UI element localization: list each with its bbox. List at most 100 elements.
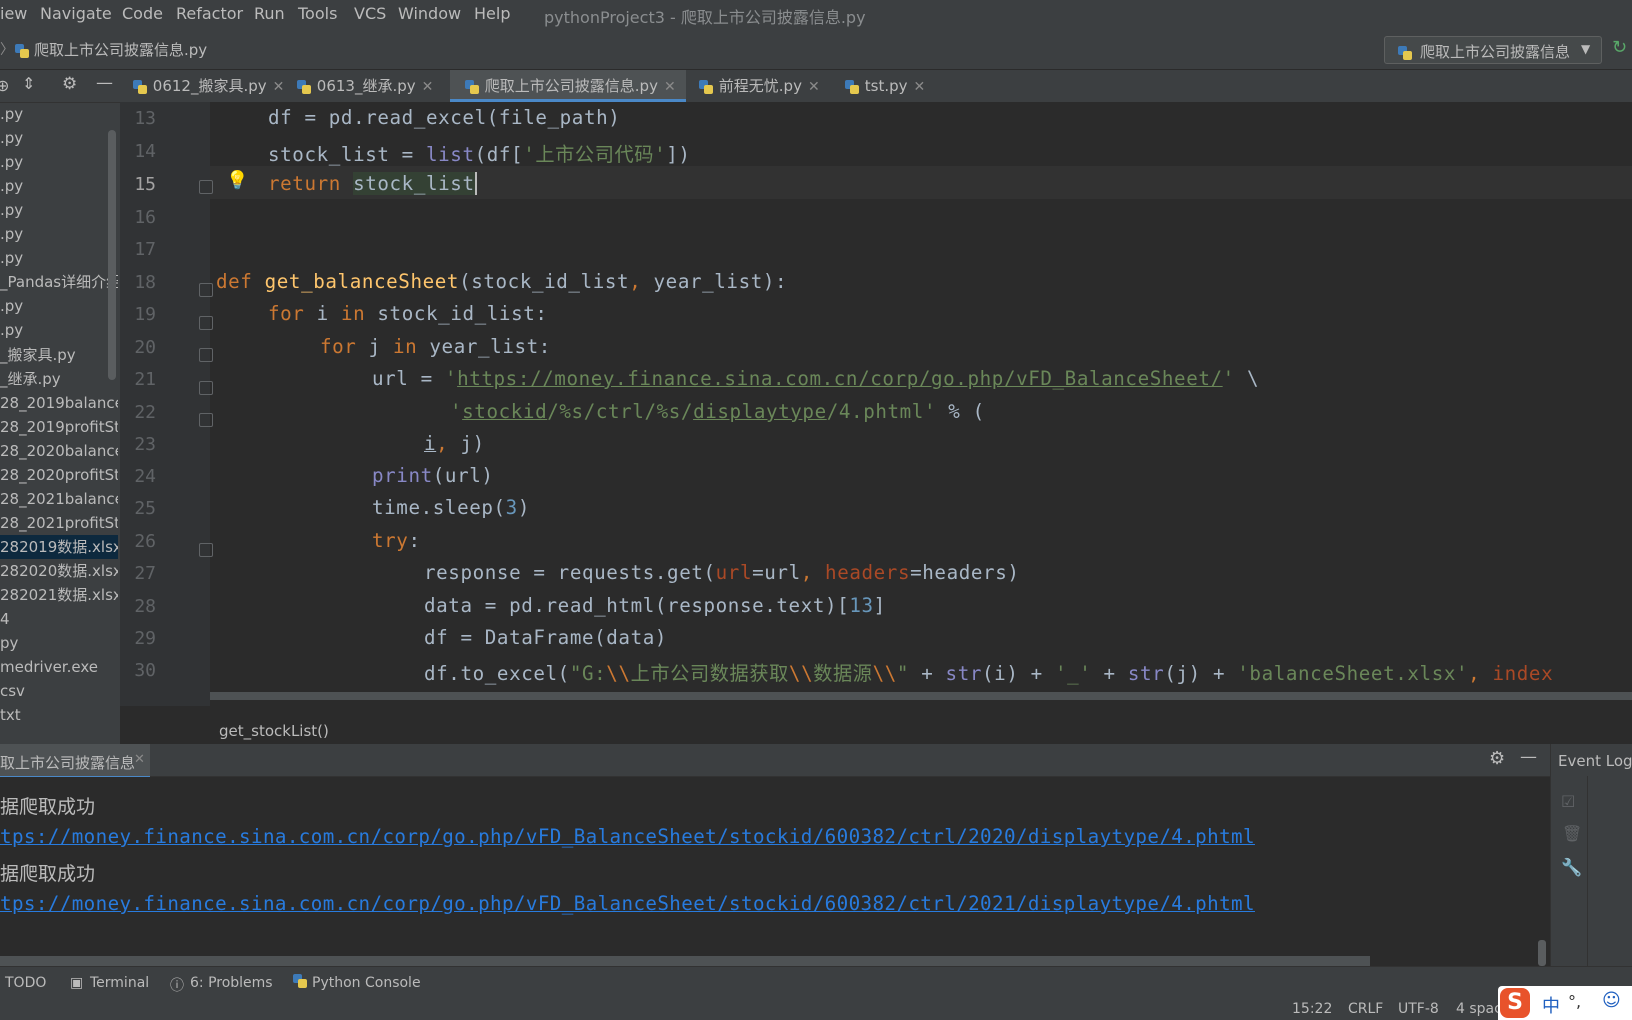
project-tree-item[interactable]: csv [0, 679, 118, 703]
project-tree-item[interactable]: 28_2021balanceS [0, 487, 118, 511]
minimize-icon[interactable]: — [1520, 747, 1537, 767]
close-icon[interactable]: ✕ [808, 79, 820, 95]
fold-marker[interactable] [199, 316, 213, 330]
project-tree-item[interactable]: 28_2021profitSta [0, 511, 118, 535]
run-tab[interactable]: 取上市公司披露信息 ✕ [0, 744, 150, 778]
close-icon[interactable]: ✕ [664, 79, 676, 95]
menu-refactor[interactable]: Refactor [176, 4, 243, 23]
rerun-icon[interactable]: ↻ [1612, 37, 1627, 58]
project-tree-item[interactable]: py [0, 631, 118, 655]
gear-icon[interactable]: ⚙ [62, 74, 77, 94]
collapse-all-icon[interactable]: ⇕ [22, 74, 35, 93]
wrench-icon[interactable]: 🔧 [1561, 858, 1582, 878]
ime-language[interactable]: 中 [1542, 992, 1560, 1018]
menu-run[interactable]: Run [254, 4, 285, 23]
nav-file-name[interactable]: 爬取上市公司披露信息.py [34, 39, 207, 60]
breadcrumb: get_stockList() [120, 708, 1632, 740]
close-icon[interactable]: ✕ [273, 79, 285, 95]
tab-label: 0612_搬家具.py [152, 77, 267, 95]
indent-setting[interactable]: 4 spac [1456, 1001, 1502, 1017]
locate-icon[interactable]: ⊕ [0, 76, 9, 95]
tool-window-bar: TODO ▣ Terminal ⓘ 6: Problems Python Con… [0, 966, 1632, 999]
project-tree-item[interactable]: .py [0, 174, 118, 198]
project-tree-item[interactable]: 282020数据.xlsx [0, 559, 118, 583]
code-line-27: response = requests.get(url=url, headers… [424, 561, 1020, 584]
run-output[interactable] [0, 777, 1550, 963]
problems-button[interactable]: 6: Problems [190, 975, 273, 991]
file-encoding[interactable]: UTF-8 [1398, 1001, 1439, 1017]
code-line-21: url = 'https://money.finance.sina.com.cn… [372, 367, 1260, 390]
menu-window[interactable]: Window [398, 4, 461, 23]
run-config-select[interactable]: 爬取上市公司披露信息 ▼ [1384, 36, 1602, 64]
project-tree-item[interactable]: .py [0, 246, 118, 270]
gear-icon[interactable]: ⚙ [1489, 748, 1505, 769]
fold-marker[interactable] [199, 413, 213, 427]
close-icon[interactable]: ✕ [422, 79, 434, 95]
tab-0613[interactable]: 0613_继承.py ✕ [296, 70, 433, 102]
output-link[interactable]: tps://money.finance.sina.com.cn/corp/go.… [0, 825, 1255, 848]
project-tree-item[interactable]: .py [0, 222, 118, 246]
project-tree-item[interactable]: .py [0, 126, 118, 150]
mark-read-icon[interactable]: ☑ [1561, 792, 1575, 811]
menu-help[interactable]: Help [474, 4, 510, 23]
fold-marker[interactable] [199, 543, 213, 557]
menu-vcs[interactable]: VCS [354, 4, 386, 23]
sogou-logo-icon[interactable]: S [1500, 988, 1530, 1018]
fold-marker[interactable] [199, 348, 213, 362]
project-tree-item[interactable]: 282021数据.xlsx [0, 583, 118, 607]
line-number: 18 [134, 272, 156, 293]
project-tree-item[interactable]: 28_2020balanceS [0, 439, 118, 463]
terminal-button[interactable]: Terminal [90, 975, 149, 991]
project-tree-item[interactable]: _继承.py [0, 367, 118, 391]
code-line-22: 'stockid/%s/ctrl/%s/displaytype/4.phtml'… [450, 400, 985, 423]
emoji-icon[interactable]: ☺ [1602, 990, 1621, 1011]
tab-active-file[interactable]: 爬取上市公司披露信息.py ✕ [450, 70, 686, 102]
todo-button[interactable]: TODO [5, 975, 46, 991]
project-tree-item[interactable]: 282019数据.xlsx [0, 535, 118, 559]
trash-icon[interactable]: 🗑 [1562, 824, 1582, 843]
close-icon[interactable]: ✕ [914, 79, 926, 95]
tab-tst[interactable]: tst.py ✕ [844, 70, 925, 102]
output-horizontal-scrollbar[interactable] [0, 956, 1370, 966]
minimize-icon[interactable]: — [96, 73, 113, 93]
fold-marker[interactable] [199, 180, 213, 194]
project-tree-item[interactable]: .py [0, 102, 118, 126]
editor-horizontal-scrollbar[interactable] [210, 692, 1632, 700]
line-separator[interactable]: CRLF [1348, 1001, 1383, 1017]
project-tree-item[interactable]: .py [0, 150, 118, 174]
menu-navigate[interactable]: Navigate [40, 4, 112, 23]
fold-marker[interactable] [199, 381, 213, 395]
tab-0612[interactable]: 0612_搬家具.py ✕ [132, 70, 284, 102]
project-tree-item[interactable]: 28_2020profitSta [0, 463, 118, 487]
tab-label: 0613_继承.py [316, 77, 416, 95]
event-log-title[interactable]: Event Log [1558, 752, 1632, 770]
caret-position[interactable]: 15:22 [1292, 1001, 1332, 1017]
breadcrumb-item[interactable]: get_stockList() [219, 722, 329, 740]
ime-punctuation[interactable]: °, [1568, 992, 1581, 1011]
project-tree-item[interactable]: _Pandas详细介绍. [0, 270, 118, 294]
menu-code[interactable]: Code [122, 4, 163, 23]
project-tree-item[interactable]: 4 [0, 607, 118, 631]
project-tree-item[interactable]: txt [0, 703, 118, 727]
tab-qianchengwuyou[interactable]: 前程无忧.py ✕ [698, 70, 820, 102]
menu-tools[interactable]: Tools [298, 4, 337, 23]
python-console-button[interactable]: Python Console [312, 975, 421, 991]
lightbulb-icon[interactable]: 💡 [226, 170, 248, 191]
output-link[interactable]: tps://money.finance.sina.com.cn/corp/go.… [0, 892, 1255, 915]
project-scrollbar[interactable] [108, 130, 116, 380]
project-tree-item[interactable]: 28_2019profitSta [0, 415, 118, 439]
python-console-icon [292, 973, 308, 989]
project-tree-item[interactable]: .py [0, 198, 118, 222]
fold-marker[interactable] [199, 283, 213, 297]
project-tree-item[interactable]: .py [0, 294, 118, 318]
line-number: 15 [134, 174, 156, 195]
close-icon[interactable]: ✕ [134, 752, 145, 767]
problems-icon: ⓘ [170, 978, 184, 994]
project-tree-item[interactable]: medriver.exe [0, 655, 118, 679]
project-tree-item[interactable]: _搬家具.py [0, 343, 118, 367]
output-vertical-scrollbar[interactable] [1538, 940, 1546, 966]
code-line-13: df = pd.read_excel(file_path) [268, 106, 621, 129]
project-tree-item[interactable]: .py [0, 318, 118, 342]
menu-view[interactable]: iew [0, 4, 27, 23]
project-tree-item[interactable]: 28_2019balanceS [0, 391, 118, 415]
